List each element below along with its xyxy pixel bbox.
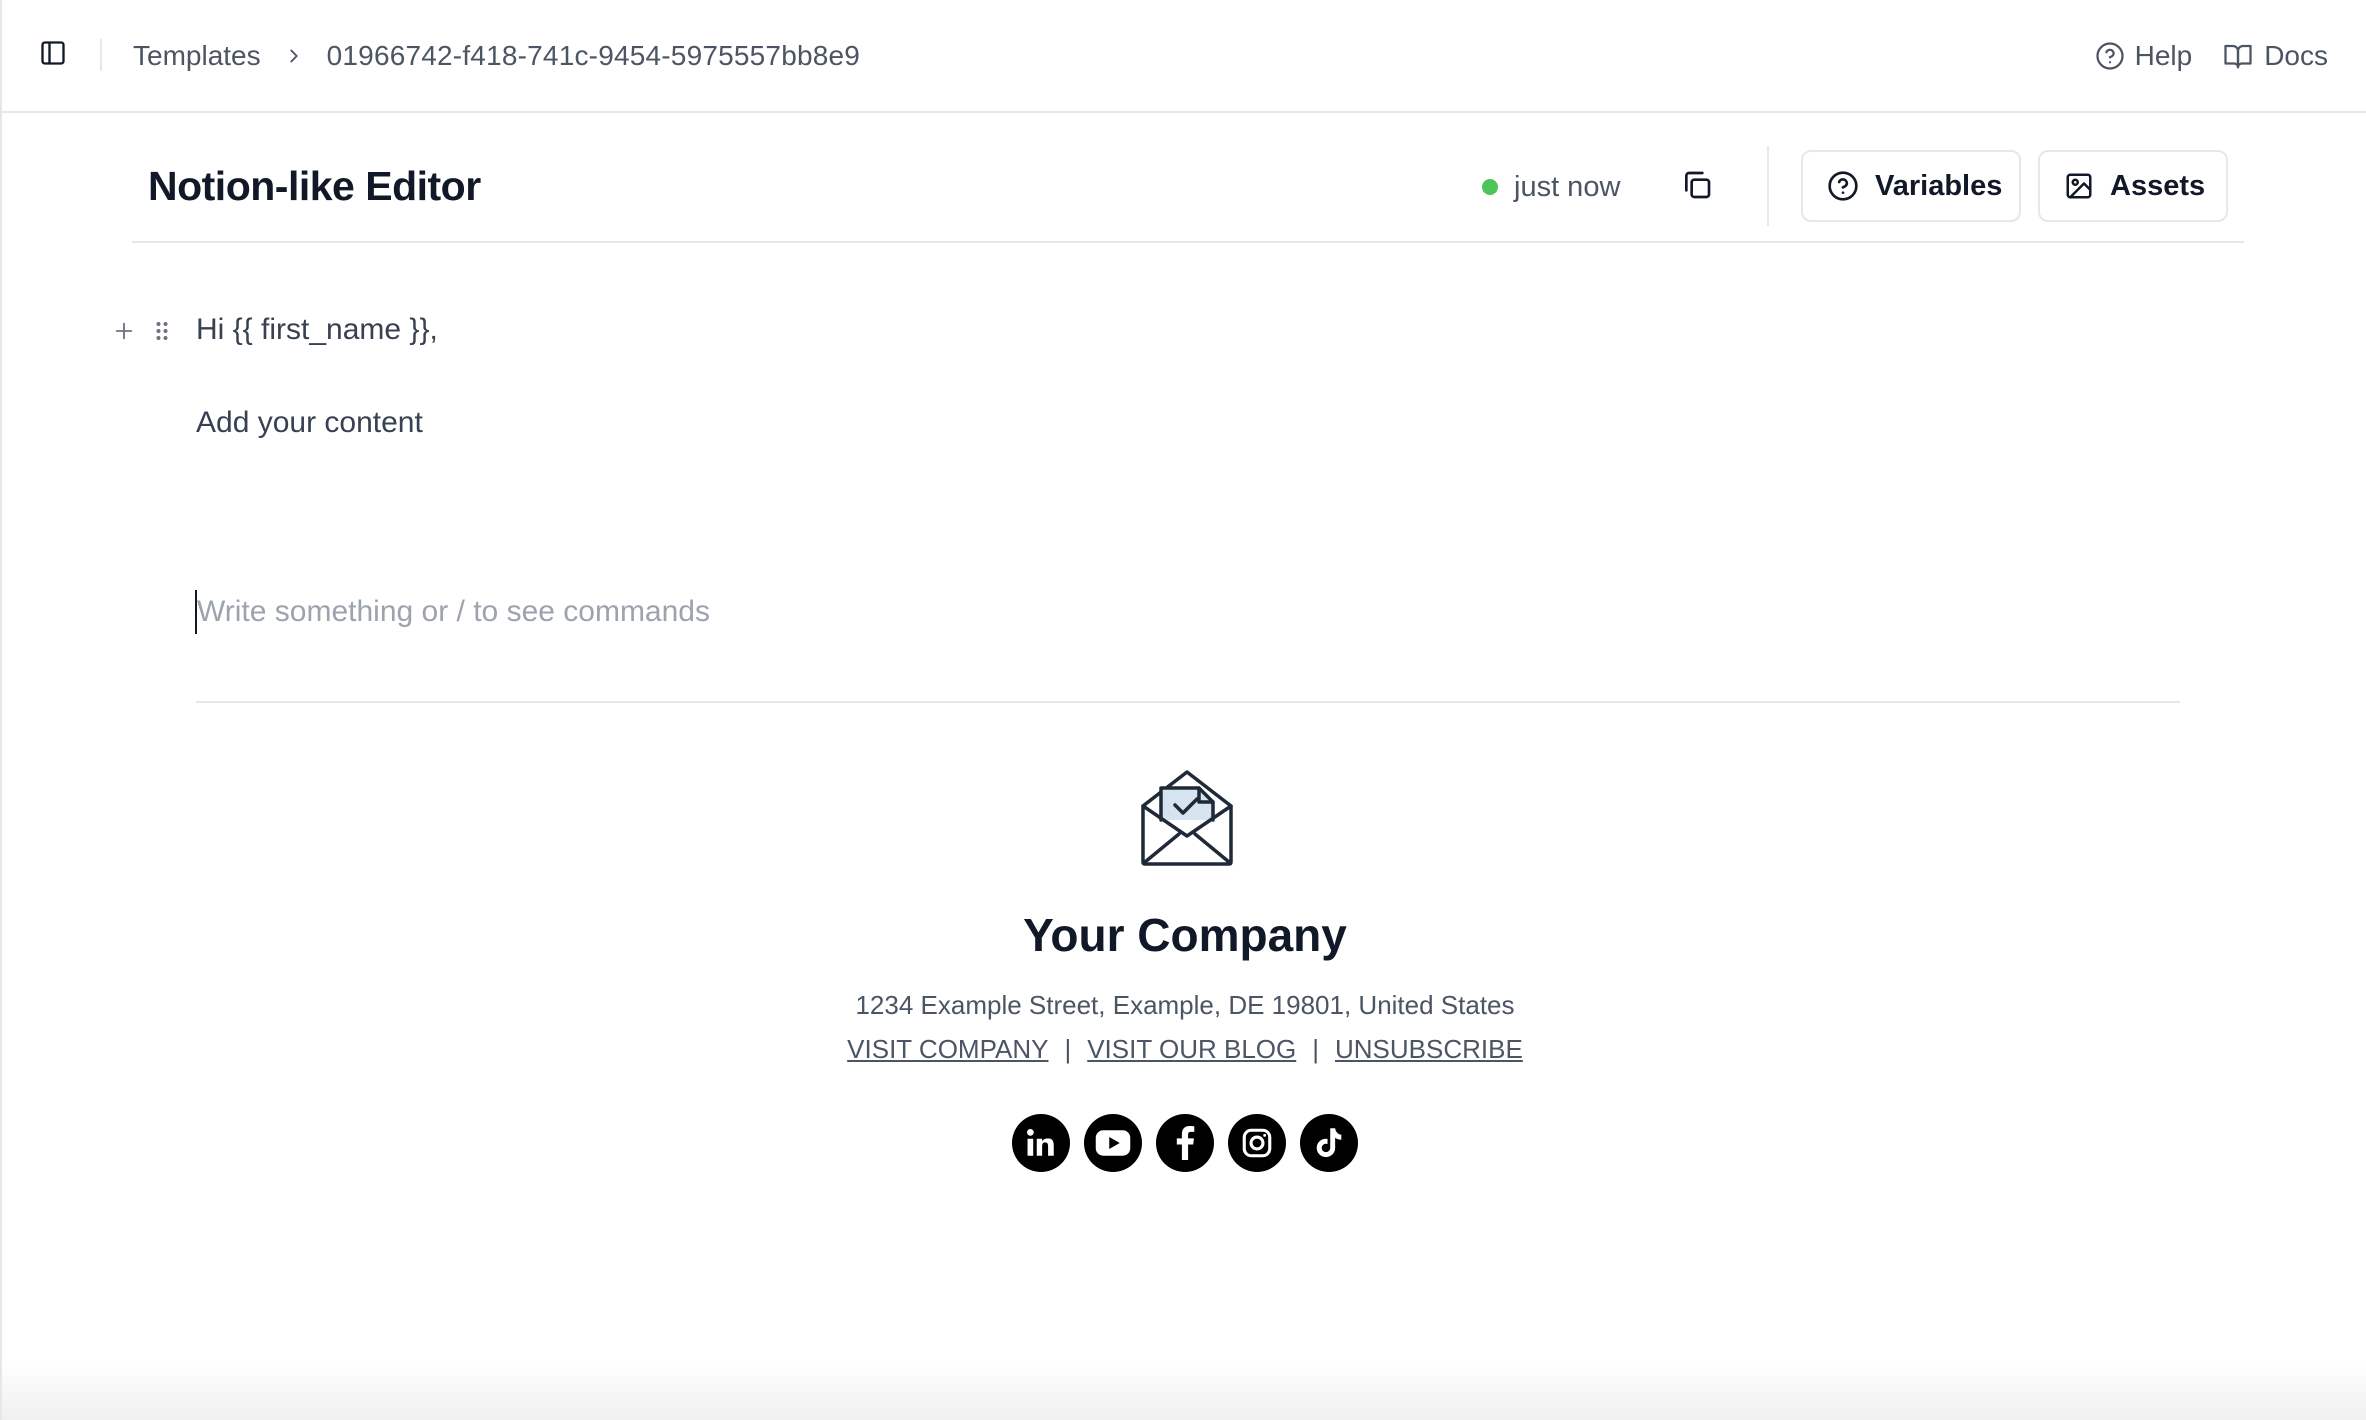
link-separator: | — [1064, 1034, 1072, 1064]
footer-links: VISIT COMPANY | VISIT OUR BLOG | UNSUBSC… — [2, 1034, 2366, 1065]
greeting-paragraph[interactable]: Hi {{ first_name }}, — [196, 313, 438, 347]
visit-blog-link[interactable]: VISIT OUR BLOG — [1087, 1034, 1296, 1065]
drag-handle[interactable] — [152, 319, 172, 347]
page-title[interactable]: Notion-like Editor — [148, 163, 481, 210]
variables-button[interactable]: Variables — [1801, 150, 2021, 222]
tiktok-icon[interactable] — [1300, 1114, 1358, 1172]
help-link[interactable]: Help — [2095, 40, 2193, 72]
topbar-links: Help Docs — [2095, 34, 2328, 78]
status-dot — [1482, 179, 1498, 195]
docs-link[interactable]: Docs — [2222, 40, 2328, 72]
help-circle-icon — [1827, 170, 1859, 202]
assets-label: Assets — [2110, 169, 2206, 202]
assets-button[interactable]: Assets — [2038, 150, 2228, 222]
block-controls — [110, 318, 172, 348]
company-address: 1234 Example Street, Example, DE 19801, … — [855, 990, 1515, 1020]
bottom-fade — [2, 1360, 2366, 1420]
social-links — [2, 1114, 2366, 1172]
linkedin-icon[interactable] — [1012, 1114, 1070, 1172]
docs-label: Docs — [2264, 40, 2328, 71]
instagram-icon[interactable] — [1228, 1114, 1286, 1172]
variables-label: Variables — [1875, 169, 2003, 202]
copy-icon — [1681, 169, 1713, 206]
app-window: Templates 01966742-f418-741c-9454-597555… — [0, 0, 2366, 1420]
image-icon — [2064, 171, 2094, 201]
copy-button[interactable] — [1676, 166, 1718, 208]
link-separator: | — [1312, 1034, 1319, 1064]
sidebar-icon — [39, 39, 67, 72]
breadcrumb-current-template: 01966742-f418-741c-9454-5975557bb8e9 — [326, 40, 861, 71]
unsubscribe-link[interactable]: UNSUBSCRIBE — [1335, 1034, 1523, 1065]
save-status: just now — [1482, 167, 1620, 207]
editor-header: Notion-like Editor just now Variables As… — [132, 113, 2244, 243]
plus-icon — [113, 320, 135, 347]
editor-input[interactable] — [195, 590, 2095, 634]
content-paragraph[interactable]: Add your content — [196, 406, 423, 440]
book-open-icon — [2222, 41, 2254, 71]
facebook-icon[interactable] — [1156, 1114, 1214, 1172]
breadcrumb-templates-link[interactable]: Templates — [133, 40, 261, 72]
sidebar-toggle-button[interactable] — [38, 40, 68, 70]
breadcrumb: Templates 01966742-f418-741c-9454-597555… — [133, 34, 860, 78]
chevron-right-icon — [261, 34, 327, 78]
help-circle-icon — [2095, 41, 2125, 71]
grip-vertical-icon — [155, 320, 169, 347]
youtube-icon[interactable] — [1084, 1114, 1142, 1172]
topbar-divider — [100, 39, 102, 71]
visit-company-link[interactable]: VISIT COMPANY — [847, 1034, 1048, 1065]
help-label: Help — [2134, 40, 2193, 71]
envelope-check-icon — [1139, 766, 1235, 868]
content-divider — [196, 701, 2180, 703]
save-status-text: just now — [1514, 170, 1621, 203]
add-block-button[interactable] — [110, 319, 138, 347]
company-name: Your Company — [1023, 909, 1347, 961]
top-bar: Templates 01966742-f418-741c-9454-597555… — [2, 0, 2366, 113]
header-divider — [1767, 146, 1769, 226]
